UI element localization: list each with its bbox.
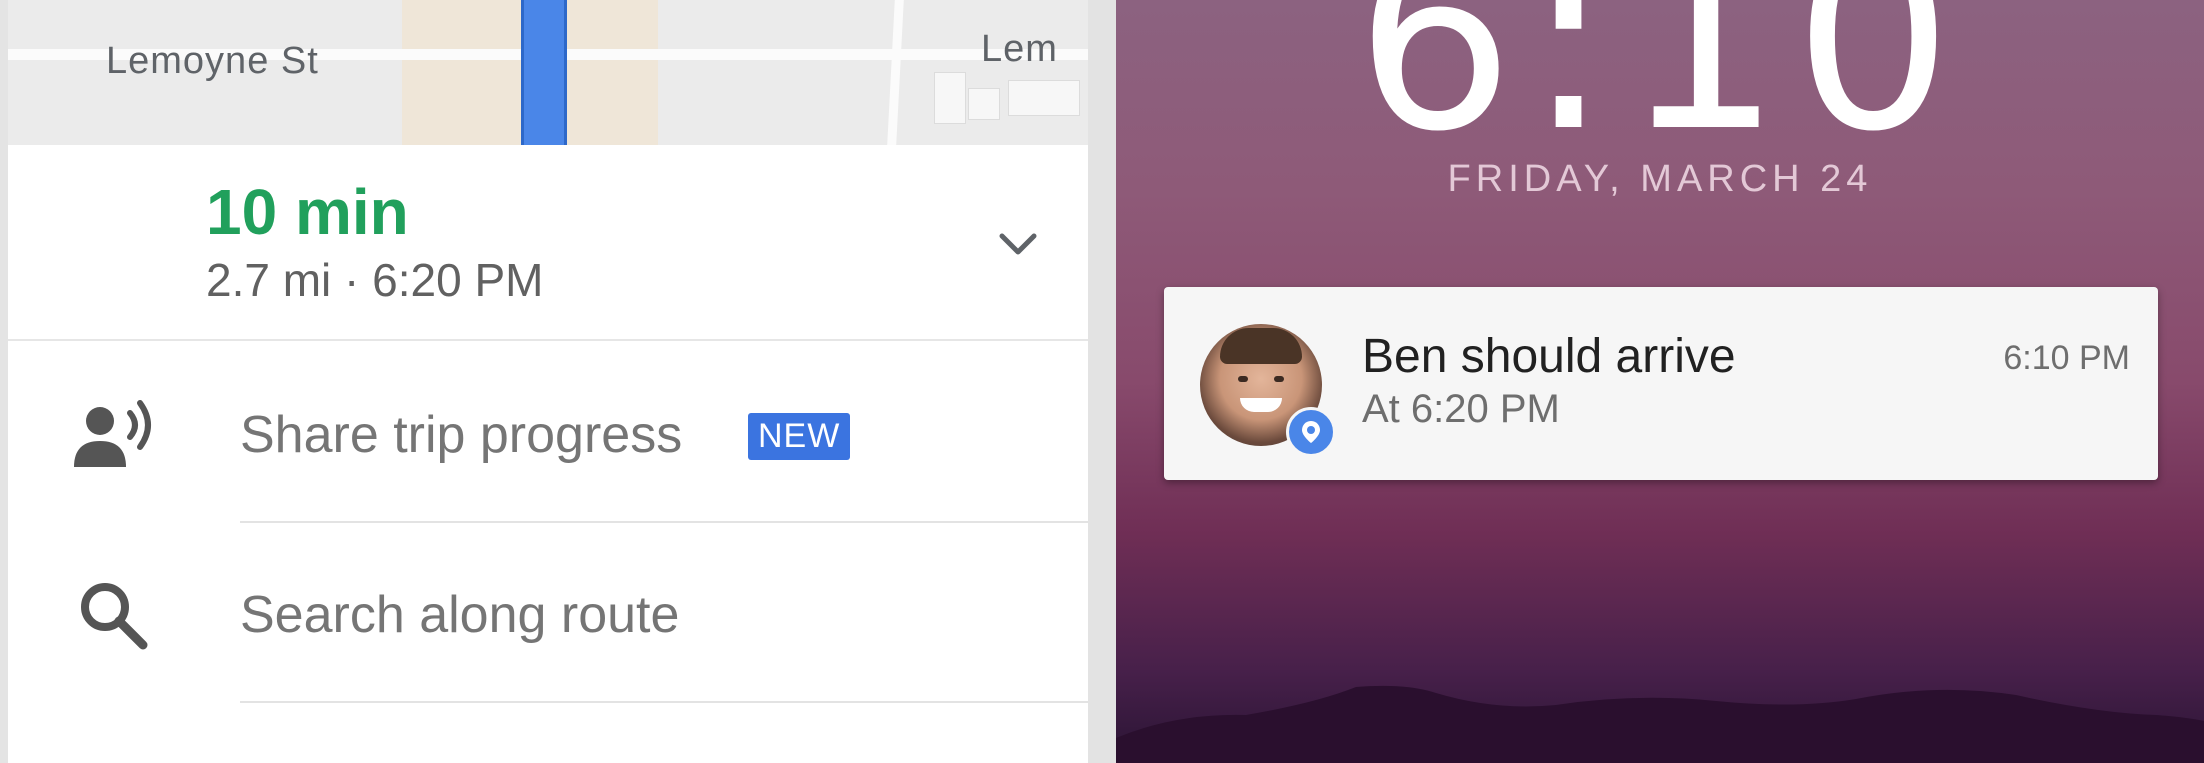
screenshot-root: Lemoyne St Lem 10 min 2.7 mi · 6:20 PM S…: [0, 0, 2204, 763]
notification-title: Ben should arrive: [1362, 330, 1736, 383]
menu-item-label: Share trip progress: [240, 406, 683, 464]
lockscreen-date: FRIDAY, MARCH 24: [1447, 158, 1873, 200]
notification-time: 6:10 PM: [2003, 339, 2130, 377]
lockscreen-panel: 6:10 FRIDAY, MARCH 24 Ben should arrive …: [1116, 0, 2204, 763]
eta-duration: 10 min: [206, 176, 409, 248]
menu-item-search-route[interactable]: Search along route: [8, 523, 1088, 703]
avatar-hair: [1220, 328, 1302, 364]
share-location-person-icon: [68, 395, 158, 475]
menu-item-share-trip[interactable]: Share trip progress NEW: [8, 343, 1088, 523]
eta-card[interactable]: 10 min 2.7 mi · 6:20 PM: [8, 145, 1088, 341]
map-building: [968, 88, 1000, 120]
avatar-smile: [1240, 398, 1282, 412]
street-label: Lemoyne St: [106, 40, 319, 82]
search-icon: [68, 575, 158, 655]
divider: [240, 701, 1088, 703]
menu-item-label: Search along route: [240, 586, 680, 644]
mountain-silhouette: [1116, 685, 2204, 763]
map-building: [934, 72, 966, 124]
maps-location-icon: [1286, 407, 1336, 457]
eta-details: 2.7 mi · 6:20 PM: [206, 254, 544, 306]
panel-edge: [0, 0, 8, 763]
expand-button[interactable]: [988, 215, 1048, 275]
notification-card[interactable]: Ben should arrive At 6:20 PM 6:10 PM: [1164, 287, 2158, 480]
avatar-eye: [1238, 376, 1248, 382]
avatar-eye: [1274, 376, 1284, 382]
maps-panel: Lemoyne St Lem 10 min 2.7 mi · 6:20 PM S…: [0, 0, 1088, 763]
new-badge: NEW: [748, 413, 851, 460]
map-road-vertical: [887, 0, 904, 145]
chevron-down-icon: [999, 233, 1037, 255]
notification-subtitle: At 6:20 PM: [1362, 387, 1560, 431]
map-view[interactable]: Lemoyne St Lem: [8, 0, 1088, 145]
route-line: [521, 0, 567, 145]
street-label: Lem: [981, 28, 1058, 70]
panel-gap: [1088, 0, 1116, 763]
map-building: [1008, 80, 1080, 116]
